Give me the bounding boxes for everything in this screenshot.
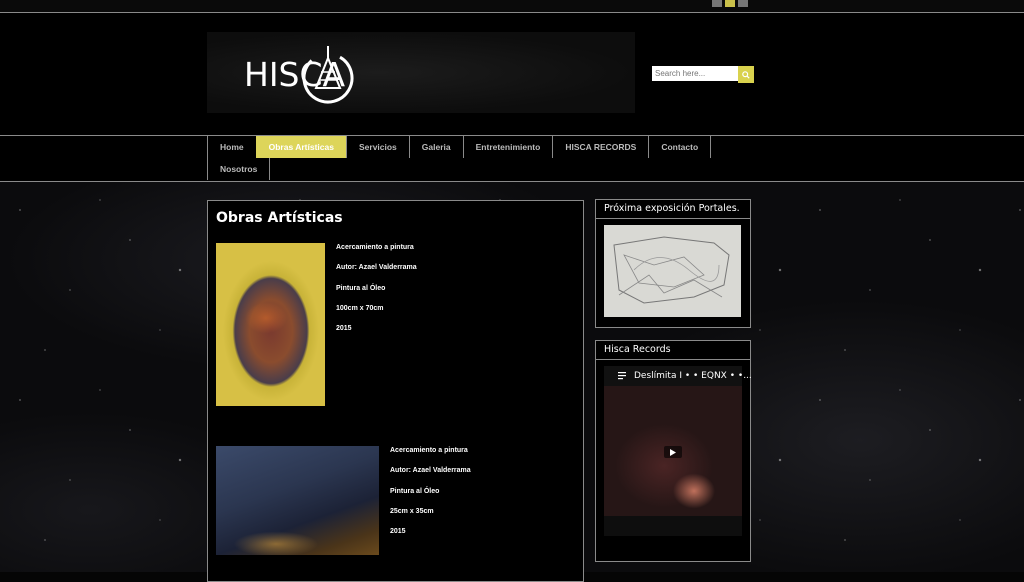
- artwork-author: Autor: Azael Valderrama: [390, 467, 471, 475]
- search-button[interactable]: [738, 66, 754, 83]
- exhibition-sketch-image[interactable]: [604, 225, 741, 317]
- rss-icon[interactable]: [738, 0, 748, 7]
- records-widget: Hisca Records Deslímita I • • EQNX • •..…: [595, 340, 752, 562]
- logo-emblem-icon: [302, 46, 354, 104]
- nav-item-galeria[interactable]: Galeria: [408, 136, 463, 158]
- social-icons: [712, 0, 748, 7]
- search-box: [652, 66, 754, 83]
- video-footer: [604, 516, 742, 536]
- playlist-icon[interactable]: [618, 372, 628, 380]
- artwork-size: 25cm x 35cm: [390, 507, 434, 515]
- sketch-drawing: [613, 236, 730, 304]
- nav-item-contacto[interactable]: Contacto: [648, 136, 712, 158]
- play-icon: [670, 448, 676, 456]
- nav-item-nosotros[interactable]: Nosotros: [207, 158, 271, 180]
- artwork-info-2: Acercamiento a pintura Autor: Azael Vald…: [390, 446, 471, 547]
- artwork-medium: Pintura al Óleo: [336, 284, 386, 292]
- nav-item-home[interactable]: Home: [207, 136, 256, 158]
- search-icon: [742, 70, 750, 79]
- page-title: Obras Artísticas: [216, 210, 343, 226]
- top-bar: [0, 0, 1024, 13]
- nav-item-hisca-records[interactable]: HISCA RECORDS: [552, 136, 648, 158]
- main-content: Obras Artísticas Acercamiento a pintura …: [207, 200, 584, 582]
- search-input[interactable]: [652, 66, 738, 81]
- nav-item-obras-artisticas[interactable]: Obras Artísticas: [255, 136, 346, 158]
- artwork-title: Acercamiento a pintura: [336, 244, 414, 251]
- exhibition-widget: Próxima exposición Portales.: [595, 199, 751, 328]
- artwork-medium: Pintura al Óleo: [390, 487, 440, 495]
- artwork-size: 100cm x 70cm: [336, 304, 384, 312]
- artwork-author: Autor: Azael Valderrama: [336, 264, 417, 272]
- twitter-icon[interactable]: [725, 0, 735, 7]
- facebook-icon[interactable]: [712, 0, 722, 7]
- main-nav: Home Obras Artísticas Servicios Galeria …: [207, 136, 752, 180]
- artwork-title: Acercamiento a pintura: [390, 447, 468, 454]
- nav-item-entretenimiento[interactable]: Entretenimiento: [462, 136, 553, 158]
- widget-title: Hisca Records: [596, 341, 750, 360]
- artwork-year: 2015: [336, 325, 352, 333]
- nav-item-servicios[interactable]: Servicios: [345, 136, 409, 158]
- artwork-year: 2015: [390, 528, 406, 536]
- video-title[interactable]: Deslímita I • • EQNX • •...: [634, 371, 752, 381]
- artwork-info-1: Acercamiento a pintura Autor: Azael Vald…: [336, 243, 417, 344]
- artwork-image-1-highlight: [216, 243, 325, 406]
- widget-title: Próxima exposición Portales.: [596, 200, 750, 219]
- video-header: Deslímita I • • EQNX • •...: [604, 366, 752, 386]
- play-button[interactable]: [664, 446, 682, 458]
- artwork-image-2-highlight: [216, 446, 379, 555]
- video-player[interactable]: Deslímita I • • EQNX • •...: [604, 366, 752, 536]
